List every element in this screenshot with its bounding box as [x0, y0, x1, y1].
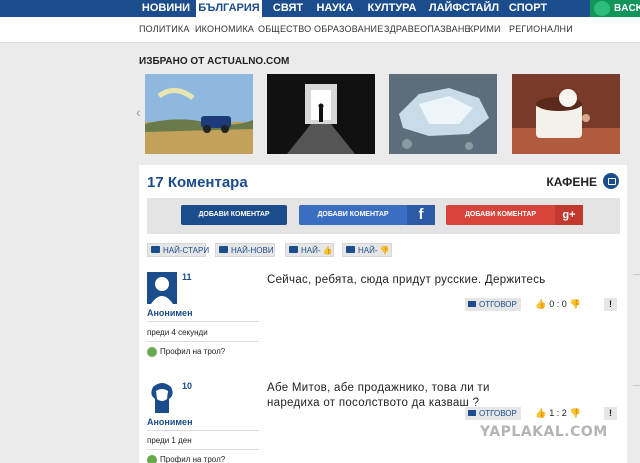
reply-label: ОТГОВОР	[479, 409, 517, 418]
sort-most-liked[interactable]: НАЙ- 👍	[285, 243, 334, 257]
divider	[147, 449, 259, 450]
sort-oldest-label: НАЙ-СТАРИ	[163, 246, 210, 255]
subnav-item-society[interactable]: ОБЩЕСТВО	[258, 24, 311, 34]
add-comment-facebook-button[interactable]: ДОБАВИ КОМЕНТАР f	[299, 205, 435, 225]
comment-author[interactable]: Анонимен	[147, 308, 193, 318]
thumb-down-icon[interactable]: 👎	[570, 299, 581, 309]
divider	[633, 274, 640, 275]
featured-thumb-tunnel[interactable]	[267, 74, 375, 154]
comment-number: 11	[182, 272, 192, 282]
sort-newest-label: НАЙ-НОВИ	[231, 246, 274, 255]
troll-profile-label: Профил на трол?	[160, 455, 226, 463]
speech-bubble-icon	[346, 246, 355, 253]
featured-thumb-ice[interactable]	[389, 74, 497, 154]
sort-oldest[interactable]: НАЙ-СТАРИ	[147, 243, 210, 257]
upvote-count: 1	[549, 408, 555, 418]
nav-item-culture[interactable]: КУЛТУРА	[364, 0, 420, 17]
add-comment-facebook-label: ДОБАВИ КОМЕНТАР	[317, 211, 389, 218]
sort-most-liked-label: НАЙ-	[301, 246, 321, 255]
troll-icon	[147, 347, 157, 357]
avatar	[147, 381, 177, 413]
downvote-count: 2	[561, 408, 567, 418]
watermark: YAPLAKAL.COM	[480, 424, 608, 440]
featured-title: ИЗБРАНО ОТ ACTUALNO.COM	[139, 56, 290, 67]
nav-item-world[interactable]: СВЯТ	[266, 0, 310, 17]
divider	[147, 430, 259, 431]
nav-item-bulgaria[interactable]: БЪЛГАРИЯ	[196, 0, 262, 17]
troll-icon	[147, 455, 157, 463]
divider	[147, 341, 259, 342]
comment-number: 10	[182, 381, 193, 391]
comment-text: Абе Митов, абе продажнико, това ли ти на…	[267, 382, 490, 409]
speech-bubble-icon	[289, 246, 298, 253]
downvote-count: 0	[561, 299, 567, 309]
back-button[interactable]: BACK	[590, 0, 640, 17]
nav-item-lifestyle[interactable]: ЛАЙФСТАЙЛ	[428, 0, 500, 17]
top-nav: НОВИНИ БЪЛГАРИЯ СВЯТ НАУКА КУЛТУРА ЛАЙФС…	[0, 0, 640, 17]
google-plus-icon: g+	[555, 205, 583, 225]
divider	[147, 321, 259, 322]
comment-time: преди 1 ден	[147, 436, 192, 445]
speech-bubble-icon	[219, 246, 228, 253]
report-button[interactable]: !	[604, 298, 617, 311]
nav-item-sport[interactable]: СПОРТ	[504, 0, 552, 17]
speech-bubble-icon	[468, 410, 476, 416]
featured-thumb-dessert[interactable]	[512, 74, 620, 154]
vote-separator: :	[556, 299, 560, 309]
add-comment-button[interactable]: ДОБАВИ КОМЕНТАР	[181, 205, 287, 225]
troll-profile-link[interactable]: Профил на трол?	[147, 455, 225, 463]
reply-button[interactable]: ОТГОВОР	[465, 407, 521, 420]
add-comment-label: ДОБАВИ КОМЕНТАР	[198, 211, 270, 218]
sort-most-disliked-label: НАЙ-	[358, 246, 378, 255]
thumb-up-icon[interactable]: 👍	[535, 299, 546, 309]
sort-most-disliked[interactable]: НАЙ- 👎	[342, 243, 392, 257]
report-button[interactable]: !	[604, 407, 617, 420]
vote-separator: :	[556, 408, 560, 418]
vote-box: 👍 1 : 2 👎	[531, 407, 582, 420]
featured-thumb-paraglider[interactable]	[145, 74, 253, 154]
featured-section: ИЗБРАНО ОТ ACTUALNO.COM ‹	[136, 44, 640, 162]
facebook-icon: f	[407, 205, 435, 225]
add-comment-google-label: ДОБАВИ КОМЕНТАР	[464, 211, 537, 218]
subnav-item-regional[interactable]: РЕГИОНАЛНИ	[509, 24, 573, 34]
subnav-item-politics[interactable]: ПОЛИТИКА	[139, 24, 190, 34]
thumb-down-icon[interactable]: 👎	[570, 408, 581, 418]
thumb-up-icon: 👍	[322, 246, 333, 255]
nav-item-news[interactable]: НОВИНИ	[138, 0, 194, 17]
nav-item-science[interactable]: НАУКА	[312, 0, 358, 17]
comments-count: 17 Коментара	[147, 174, 248, 191]
chat-bubble-icon[interactable]	[603, 173, 619, 189]
troll-profile-link[interactable]: Профил на трол?	[147, 347, 226, 357]
thumb-up-icon[interactable]: 👍	[535, 408, 546, 418]
speech-bubble-icon	[468, 301, 476, 307]
avatar	[147, 272, 177, 304]
back-label: BACK	[614, 3, 640, 14]
kafene-link[interactable]: КАФЕНЕ	[546, 175, 597, 189]
comments-panel: 17 Коментара КАФЕНЕ ДОБАВИ КОМЕНТАР ДОБА…	[139, 165, 627, 463]
divider	[633, 385, 640, 386]
subnav-item-economy[interactable]: ИКОНОМИКА	[195, 24, 254, 34]
comment-author[interactable]: Анонимен	[147, 417, 193, 427]
comment-time: преди 4 секунди	[147, 328, 208, 337]
carousel-prev-icon[interactable]: ‹	[136, 104, 141, 120]
subnav-item-crime[interactable]: КРИМИ	[468, 24, 501, 34]
subnav-item-education[interactable]: ОБРАЗОВАНИЕ	[314, 24, 383, 34]
reply-label: ОТГОВОР	[479, 300, 517, 309]
back-arrow-icon	[594, 1, 610, 16]
sort-newest[interactable]: НАЙ-НОВИ	[215, 243, 275, 257]
comment-item: 11 Анонимен преди 4 секунди Профил на тр…	[147, 272, 620, 366]
subnav-item-health[interactable]: ЗДРАВЕОПАЗВАНЕ	[384, 24, 471, 34]
thumb-down-icon: 👎	[379, 246, 390, 255]
comment-item: 10 Анонимен преди 1 ден Профил на трол? …	[147, 381, 620, 463]
add-comment-bar: ДОБАВИ КОМЕНТАР ДОБАВИ КОМЕНТАР f ДОБАВИ…	[147, 198, 620, 234]
comment-text: Сейчас, ребята, сюда придут русские. Дер…	[267, 274, 546, 286]
vote-box: 👍 0 : 0 👎	[531, 298, 582, 311]
reply-button[interactable]: ОТГОВОР	[465, 298, 521, 311]
speech-bubble-icon	[151, 246, 160, 253]
sub-nav: ПОЛИТИКА ИКОНОМИКА ОБЩЕСТВО ОБРАЗОВАНИЕ …	[0, 17, 640, 43]
add-comment-google-button[interactable]: ДОБАВИ КОМЕНТАР g+	[446, 205, 583, 225]
troll-profile-label: Профил на трол?	[160, 347, 226, 356]
upvote-count: 0	[549, 299, 555, 309]
